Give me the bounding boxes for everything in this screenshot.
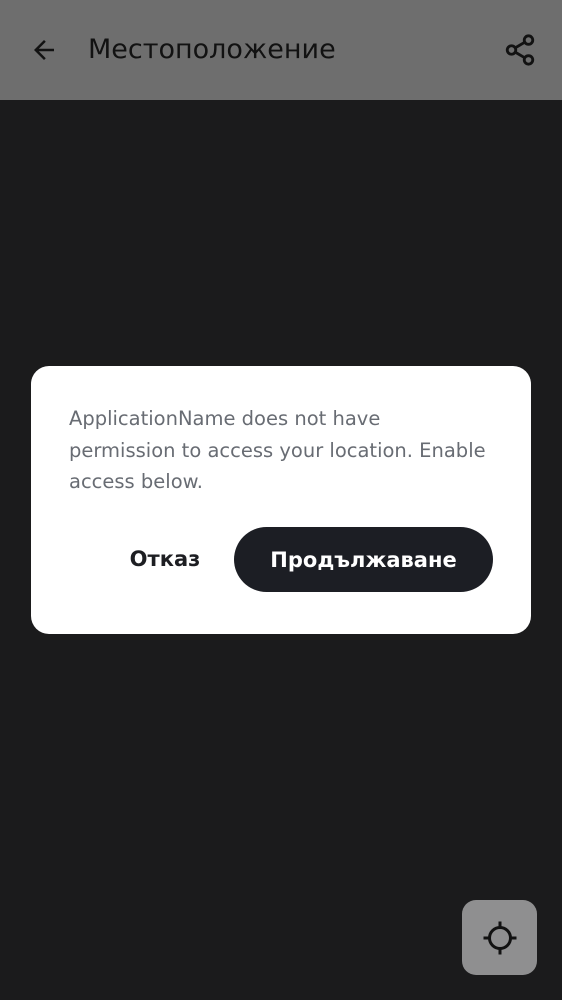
my-location-button[interactable] (462, 900, 537, 975)
permission-message: ApplicationName does not have permission… (69, 407, 486, 493)
back-button[interactable] (22, 28, 66, 72)
arrow-left-icon (34, 40, 54, 60)
share-icon (505, 34, 535, 66)
page-title: Местоположение (88, 34, 336, 65)
location-screen: Местоположение ApplicationName does not … (0, 0, 562, 1000)
my-location-crosshair-icon (483, 921, 516, 954)
share-button[interactable] (498, 28, 542, 72)
continue-button[interactable]: Продължаване (234, 527, 493, 592)
permission-dialog: ApplicationName does not have permission… (31, 366, 531, 634)
app-bar: Местоположение (0, 0, 562, 100)
cancel-button[interactable]: Отказ (115, 527, 215, 591)
